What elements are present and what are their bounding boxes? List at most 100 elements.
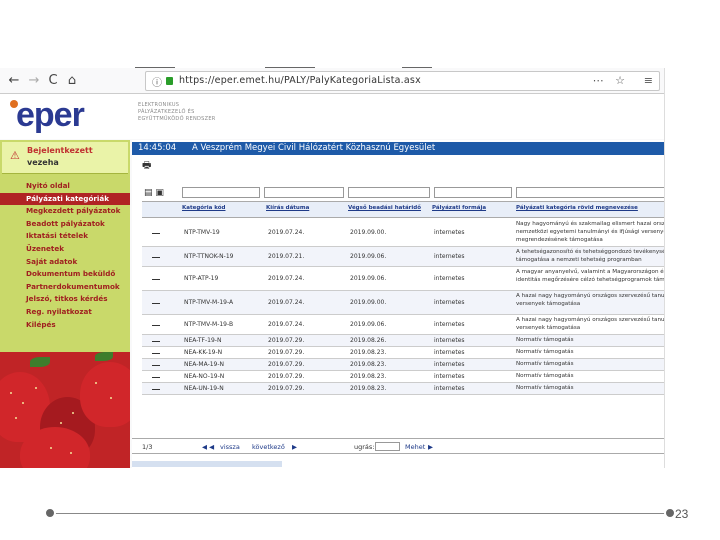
cell-desc: Normatív támogatás	[516, 385, 574, 391]
sidebar-item[interactable]: Nyitó oldal	[0, 180, 130, 193]
go-arrow-icon[interactable]: ▶	[428, 443, 433, 451]
left-circle-icon	[44, 507, 56, 519]
prev-arrows-icon[interactable]: ◀ ◀	[202, 443, 214, 451]
page-header: eper ELEKTRONIKUS PÁLYÁZATKEZELŐ ÉS EGYÜ…	[0, 94, 664, 139]
table-row[interactable]: NTP-TMV-M-19-A 2019.07.24. 2019.09.00. inte…	[142, 291, 664, 315]
filter-deadline-input[interactable]	[348, 187, 430, 198]
sidebar: ⚠ Bejelentkezett vezeha Nyitó oldal Pályá…	[0, 140, 130, 468]
cell-deadline: 2019.09.00.	[350, 229, 387, 236]
column-desc[interactable]: Pályázati kategória rövid megnevezése	[516, 205, 638, 211]
row-select-checkbox[interactable]	[152, 353, 160, 354]
info-icon[interactable]: ⓘ	[152, 74, 162, 89]
cell-deadline: 2019.09.06.	[350, 253, 387, 260]
cell-form: internetes	[434, 385, 465, 392]
cell-desc: A hazai nagy hagyományú országos szervez…	[516, 317, 665, 331]
sidebar-item[interactable]: Saját adatok	[0, 256, 130, 269]
row-select-checkbox[interactable]	[152, 377, 160, 378]
filter-code-input[interactable]	[182, 187, 260, 198]
row-select-checkbox[interactable]	[152, 233, 160, 234]
menu-icon[interactable]: ≡	[644, 74, 653, 87]
cell-form: internetes	[434, 321, 465, 328]
cell-date: 2019.07.21.	[268, 253, 305, 260]
cell-date: 2019.07.24.	[268, 275, 305, 282]
lock-icon	[166, 77, 173, 85]
table-row[interactable]: NTP-TTNOK-N-19 2019.07.21. 2019.09.06. inte…	[142, 247, 664, 267]
sidebar-item[interactable]: Pályázati kategóriák	[0, 192, 130, 206]
cell-deadline: 2019.08.23.	[350, 385, 387, 392]
table-row[interactable]: NTP-ATP-19 2019.07.24. 2019.09.06. internet…	[142, 267, 665, 291]
cell-form: internetes	[434, 373, 465, 380]
table-row[interactable]: NEA-NO-19-N 2019.07.29. 2019.08.23. interne…	[142, 371, 664, 383]
table-row[interactable]: NEA-MA-19-N 2019.07.29. 2019.08.23. interne…	[142, 359, 664, 371]
column-date[interactable]: Kiírás dátuma	[266, 205, 309, 211]
cell-deadline: 2019.08.23.	[350, 349, 387, 356]
filter-row	[182, 187, 664, 200]
cell-form: internetes	[434, 349, 465, 356]
cell-date: 2019.07.29.	[268, 385, 305, 392]
sidebar-item[interactable]: Megkezdett pályázatok	[0, 205, 130, 218]
welcome-box: ⚠ Bejelentkezett vezeha	[2, 142, 128, 174]
row-select-checkbox[interactable]	[152, 365, 160, 366]
sidebar-item[interactable]: Kilépés	[0, 319, 130, 332]
row-select-checkbox[interactable]	[152, 303, 160, 304]
next-arrows-icon[interactable]: ▶	[292, 443, 297, 451]
cell-date: 2019.07.24.	[268, 229, 305, 236]
column-code[interactable]: Kategória kód	[182, 205, 226, 211]
table-row[interactable]: NEA-UN-19-N 2019.07.29. 2019.08.23. interne…	[142, 383, 664, 395]
export-icon[interactable]: ▤ ▣	[144, 188, 164, 198]
row-select-checkbox[interactable]	[152, 325, 160, 326]
goto-input[interactable]	[375, 442, 400, 451]
sidebar-item[interactable]: Beadott pályázatok	[0, 218, 130, 231]
row-select-checkbox[interactable]	[152, 341, 160, 342]
filter-date-input[interactable]	[264, 187, 344, 198]
cell-form: internetes	[434, 275, 465, 282]
cell-code: NTP-ATP-19	[184, 275, 219, 282]
sidebar-item[interactable]: Iktatási tételek	[0, 230, 130, 243]
cell-date: 2019.07.29.	[268, 361, 305, 368]
bookmark-icon[interactable]: ⋯ ☆	[593, 74, 629, 87]
cell-code: NEA-NO-19-N	[184, 373, 225, 380]
filter-desc-input[interactable]	[516, 187, 664, 198]
table-row[interactable]: NEA-KK-19-N 2019.07.29. 2019.08.23. interne…	[142, 347, 664, 359]
home-icon[interactable]: ⌂	[64, 73, 80, 89]
page-number: 23	[675, 507, 689, 521]
next-link[interactable]: következő	[252, 443, 285, 451]
cell-code: NEA-UN-19-N	[184, 385, 224, 392]
cell-date: 2019.07.29.	[268, 349, 305, 356]
table-row[interactable]: NTP-TMV-M-19-B 2019.07.24. 2019.09.06. inte…	[142, 315, 665, 335]
cell-deadline: 2019.08.26.	[350, 337, 387, 344]
column-form[interactable]: Pályázati formája	[432, 205, 486, 211]
row-select-checkbox[interactable]	[152, 389, 160, 390]
pager: 1/3 ◀ ◀ vissza következő ▶ ugrás: Mehet …	[132, 438, 664, 454]
cell-code: NEA-MA-19-N	[184, 361, 225, 368]
cell-date: 2019.07.29.	[268, 373, 305, 380]
row-select-checkbox[interactable]	[152, 279, 160, 280]
sidebar-item[interactable]: Partnerdokumentumok	[0, 281, 130, 294]
row-select-checkbox[interactable]	[152, 257, 160, 258]
sidebar-item[interactable]: Üzenetek	[0, 243, 130, 256]
cell-deadline: 2019.09.00.	[350, 299, 387, 306]
cell-code: NTP-TMV-19	[184, 229, 220, 236]
column-deadline[interactable]: Végső beadási határidő	[348, 205, 421, 211]
print-icon[interactable]: 🖶	[142, 158, 154, 171]
warning-icon: ⚠	[10, 149, 20, 162]
eper-logo[interactable]: eper	[16, 96, 85, 135]
url-bar[interactable]: ⓘ https://eper.emet.hu/PALY/PalyKategori…	[145, 71, 660, 91]
back-icon[interactable]: ←	[6, 73, 22, 89]
cell-desc: A magyar anyanyelvű, valamint a Magyaror…	[516, 269, 665, 283]
prev-link[interactable]: vissza	[220, 443, 240, 451]
table-row[interactable]: NEA-TF-19-N 2019.07.29. 2019.08.26. interne…	[142, 335, 664, 347]
forward-icon[interactable]: →	[26, 73, 42, 89]
sidebar-item[interactable]: Reg. nyilatkozat	[0, 306, 130, 319]
filter-form-input[interactable]	[434, 187, 512, 198]
cell-form: internetes	[434, 337, 465, 344]
sidebar-item[interactable]: Dokumentum beküldő	[0, 268, 130, 281]
go-button[interactable]: Mehet	[405, 443, 425, 451]
reload-icon[interactable]: C	[45, 73, 61, 89]
url-text[interactable]: https://eper.emet.hu/PALY/PalyKategoriaL…	[179, 75, 421, 86]
table-row[interactable]: NTP-TMV-19 2019.07.24. 2019.09.00. internet…	[142, 219, 664, 247]
sidebar-item[interactable]: Jelszó, titkos kérdés	[0, 293, 130, 306]
cell-deadline: 2019.09.06.	[350, 275, 387, 282]
cell-form: internetes	[434, 229, 465, 236]
cell-desc: A tehetségazonosító és tehetséggondozó t…	[516, 249, 664, 263]
